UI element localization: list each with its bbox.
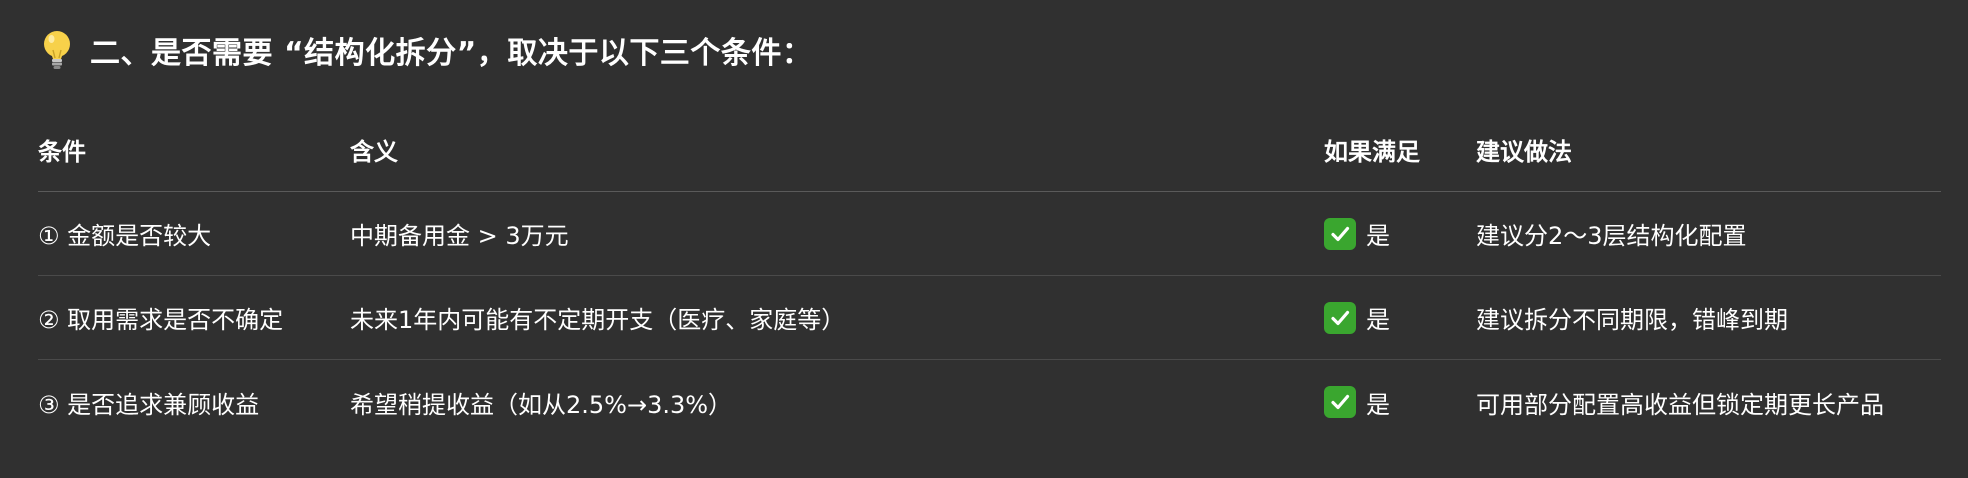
suggestion-cell: 建议分2～3层结构化配置 xyxy=(1476,222,1747,250)
check-mark-button-icon xyxy=(1324,217,1356,250)
condition-cell: ① 金额是否较大 xyxy=(38,222,212,250)
satisfied-cell: 是 xyxy=(1324,385,1476,420)
conditions-table: 条件 含义 如果满足 建议做法 ① 金额是否较大 中期备用金 > 3万元 是 建… xyxy=(38,108,1941,444)
meaning-cell: 希望稍提收益（如从2.5%→3.3%） xyxy=(350,390,733,419)
table-row: ② 取用需求是否不确定 未来1年内可能有不定期开支（医疗、家庭等） 是 建议拆分… xyxy=(38,276,1941,360)
satisfied-value: 是 xyxy=(1366,222,1390,250)
section-heading: 二、是否需要 “结构化拆分”，取决于以下三个条件： xyxy=(40,26,812,74)
condition-cell: ② 取用需求是否不确定 xyxy=(38,306,284,334)
condition-cell: ③ 是否追求兼顾收益 xyxy=(38,390,260,419)
column-header-condition: 条件 xyxy=(38,138,86,166)
satisfied-cell: 是 xyxy=(1324,300,1476,335)
satisfied-value: 是 xyxy=(1366,390,1390,419)
suggestion-cell: 建议拆分不同期限，错峰到期 xyxy=(1476,306,1788,334)
check-mark-button-icon xyxy=(1324,301,1356,334)
meaning-cell: 未来1年内可能有不定期开支（医疗、家庭等） xyxy=(350,306,846,334)
page-title: 二、是否需要 “结构化拆分”，取决于以下三个条件： xyxy=(90,36,813,71)
table-row: ③ 是否追求兼顾收益 希望稍提收益（如从2.5%→3.3%） 是 可用部分配置高… xyxy=(38,360,1941,444)
column-header-suggestion: 建议做法 xyxy=(1476,138,1572,166)
suggestion-cell: 可用部分配置高收益但锁定期更长产品 xyxy=(1476,390,1884,419)
column-header-satisfied: 如果满足 xyxy=(1324,138,1420,166)
check-mark-button-icon xyxy=(1324,386,1356,418)
satisfied-value: 是 xyxy=(1366,306,1390,334)
meaning-cell: 中期备用金 > 3万元 xyxy=(350,222,569,250)
table-header-row: 条件 含义 如果满足 建议做法 xyxy=(38,108,1941,192)
table-row: ① 金额是否较大 中期备用金 > 3万元 是 建议分2～3层结构化配置 xyxy=(38,192,1941,276)
lightbulb-icon xyxy=(40,29,74,71)
column-header-meaning: 含义 xyxy=(350,138,398,166)
satisfied-cell: 是 xyxy=(1324,216,1476,251)
